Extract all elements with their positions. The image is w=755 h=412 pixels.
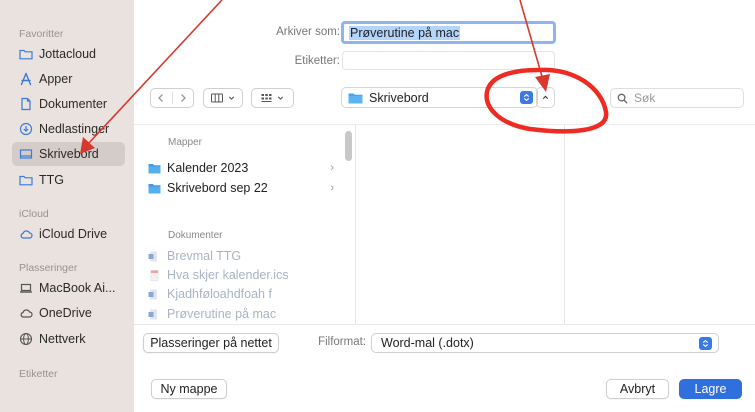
- download-icon: [19, 122, 33, 136]
- save-as-label: Arkiver som:: [276, 26, 340, 38]
- word-document-icon: [148, 251, 157, 261]
- document-icon: [19, 97, 33, 111]
- grid-icon: [261, 94, 272, 102]
- save-button[interactable]: Lagre: [679, 379, 742, 399]
- tags-input[interactable]: [342, 51, 555, 70]
- sidebar-item-dokumenter[interactable]: Dokumenter: [12, 92, 125, 116]
- sidebar-header-icloud: iCloud: [19, 208, 49, 220]
- column-divider[interactable]: [564, 125, 565, 325]
- sidebar-item-macbook[interactable]: MacBook Ai...: [12, 276, 125, 300]
- sidebar-item-icloud-drive[interactable]: iCloud Drive: [12, 222, 125, 246]
- sidebar-item-nettverk[interactable]: Nettverk: [12, 327, 125, 351]
- document-row[interactable]: Prøverutine på mac: [148, 305, 334, 323]
- scrollbar-thumb[interactable]: [345, 131, 352, 161]
- sidebar-item-label: Skrivebord: [39, 147, 99, 161]
- sidebar-item-label: Jottacloud: [39, 47, 96, 61]
- calendar-file-icon: [150, 269, 159, 281]
- forward-button[interactable]: [173, 92, 194, 104]
- sidebar-item-label: MacBook Ai...: [39, 281, 116, 295]
- sidebar-item-jottacloud[interactable]: Jottacloud: [12, 42, 125, 66]
- save-dialog: Arkiver som: Prøverutine på mac Etikette…: [134, 0, 755, 412]
- expand-collapse-button[interactable]: [536, 87, 555, 108]
- search-icon: [617, 93, 628, 104]
- location-stepper-icon: [520, 91, 533, 104]
- chevron-right-icon: ›: [330, 162, 334, 174]
- cloud-icon: [19, 227, 33, 241]
- folder-icon: [19, 47, 33, 61]
- sidebar-header-favorites: Favoritter: [19, 28, 64, 40]
- folder-icon: [148, 163, 161, 173]
- folder-row[interactable]: Kalender 2023 ›: [148, 159, 334, 177]
- format-value: Word-mal (.dotx): [381, 336, 474, 350]
- folder-row[interactable]: Skrivebord sep 22 ›: [148, 179, 334, 197]
- word-document-icon: [148, 289, 157, 299]
- sidebar-item-label: Apper: [39, 72, 73, 86]
- new-folder-button[interactable]: Ny mappe: [151, 379, 227, 399]
- browser-column-1: Mapper Kalender 2023 › Skrivebord sep 22…: [134, 125, 354, 325]
- sidebar-item-label: TTG: [39, 173, 64, 187]
- document-row[interactable]: Hva skjer kalender.ics: [148, 266, 334, 284]
- save-as-input[interactable]: Prøverutine på mac: [341, 21, 556, 44]
- chevron-left-icon: [158, 94, 164, 102]
- column-divider[interactable]: [355, 125, 356, 325]
- document-name: Kjadhføloahdfoah f: [167, 287, 272, 301]
- file-browser: Mapper Kalender 2023 › Skrivebord sep 22…: [134, 124, 755, 325]
- format-popup[interactable]: Word-mal (.dotx): [371, 333, 719, 353]
- cancel-button[interactable]: Avbryt: [606, 379, 669, 399]
- folder-icon: [148, 183, 161, 193]
- folders-header: Mapper: [168, 137, 202, 148]
- globe-icon: [19, 332, 33, 346]
- word-document-icon: [148, 309, 157, 319]
- sidebar-header-tags: Etiketter: [19, 368, 58, 380]
- group-by-button[interactable]: [251, 88, 294, 108]
- folder-name: Kalender 2023: [167, 161, 249, 175]
- format-label: Filformat:: [318, 336, 366, 348]
- location-value: Skrivebord: [369, 90, 429, 105]
- footer-divider: [134, 324, 755, 325]
- sidebar-item-label: Nedlastinger: [39, 122, 110, 136]
- online-locations-button[interactable]: Plasseringer på nettet: [143, 333, 279, 353]
- format-stepper-icon: [699, 337, 712, 350]
- sidebar-item-nedlastinger[interactable]: Nedlastinger: [12, 117, 125, 141]
- chevron-down-icon: [228, 96, 235, 100]
- save-as-value: Prøverutine på mac: [349, 25, 461, 40]
- documents-header: Dokumenter: [168, 230, 223, 241]
- chevron-up-icon: [542, 95, 549, 100]
- sidebar-item-apper[interactable]: Apper: [12, 67, 125, 91]
- view-columns-button[interactable]: [203, 88, 243, 108]
- sidebar-item-ttg[interactable]: TTG: [12, 168, 125, 192]
- document-name: Hva skjer kalender.ics: [167, 268, 289, 282]
- document-name: Brevmal TTG: [167, 249, 242, 263]
- sidebar-item-label: Nettverk: [39, 332, 86, 346]
- folder-icon: [19, 173, 33, 187]
- desktop-icon: [19, 147, 33, 161]
- search-field[interactable]: Søk: [610, 88, 744, 108]
- chevron-down-icon: [277, 96, 284, 100]
- sidebar-item-skrivebord[interactable]: Skrivebord: [12, 142, 125, 166]
- back-button[interactable]: [151, 92, 173, 104]
- folder-icon: [348, 93, 363, 103]
- chevron-right-icon: ›: [330, 182, 334, 194]
- back-forward-group: [150, 88, 194, 108]
- document-row[interactable]: Brevmal TTG: [148, 247, 334, 265]
- search-placeholder: Søk: [634, 91, 656, 105]
- sidebar-item-onedrive[interactable]: OneDrive: [12, 301, 125, 325]
- cloud-icon: [19, 306, 33, 320]
- sidebar-item-label: Dokumenter: [39, 97, 108, 111]
- sidebar-item-label: iCloud Drive: [39, 227, 108, 241]
- sidebar-item-label: OneDrive: [39, 306, 92, 320]
- location-popup[interactable]: Skrivebord: [341, 87, 538, 108]
- columns-view-icon: [211, 93, 223, 103]
- applications-icon: [19, 72, 33, 86]
- tags-label: Etiketter:: [294, 55, 340, 67]
- document-row[interactable]: Kjadhføloahdfoah f: [148, 285, 334, 303]
- laptop-icon: [19, 281, 33, 295]
- folder-name: Skrivebord sep 22: [167, 181, 268, 195]
- chevron-right-icon: [180, 94, 186, 102]
- sidebar: Favoritter Jottacloud Apper Dokumenter N…: [0, 0, 134, 412]
- sidebar-header-locations: Plasseringer: [19, 262, 78, 274]
- document-name: Prøverutine på mac: [167, 307, 277, 321]
